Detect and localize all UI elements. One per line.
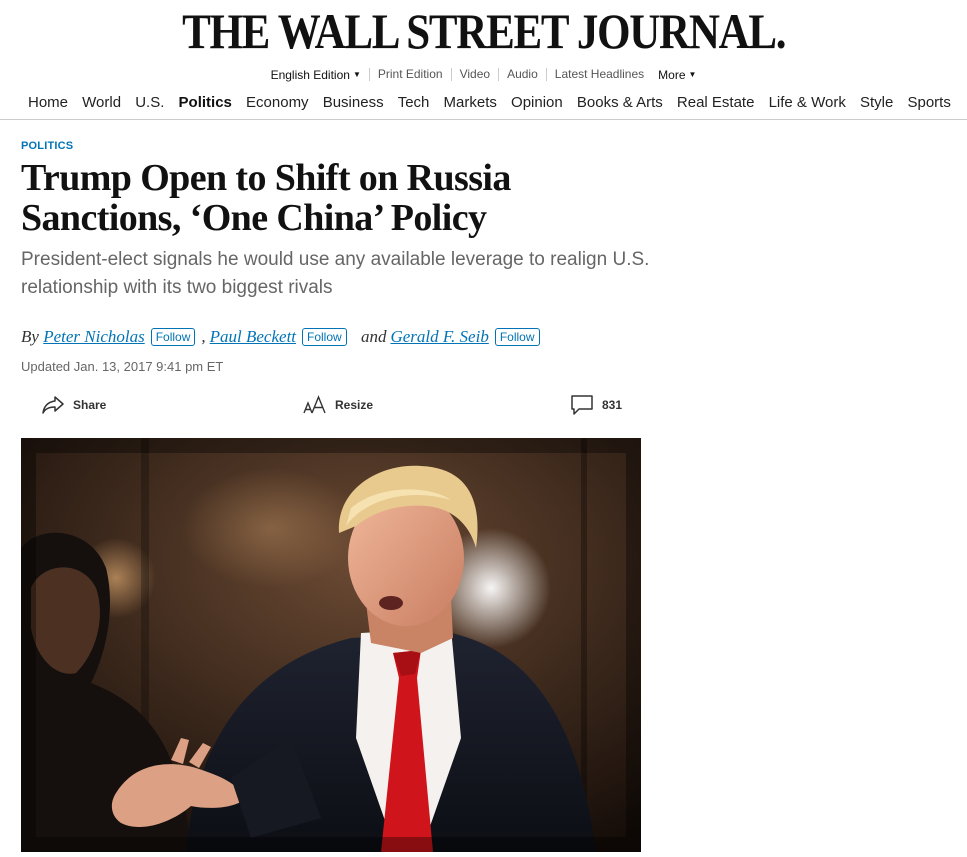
section-nav: Home World U.S. Politics Economy Busines… — [0, 88, 967, 120]
nav-item-home[interactable]: Home — [28, 88, 68, 119]
nav-item-markets[interactable]: Markets — [444, 88, 497, 119]
byline: By Peter Nicholas Follow, Paul Beckett Foll… — [21, 324, 540, 350]
article-header: POLITICS Trump Open to Shift on Russia S… — [21, 138, 661, 302]
author-link[interactable]: Paul Beckett — [210, 327, 296, 346]
timestamp: Updated Jan. 13, 2017 9:41 pm ET — [21, 359, 224, 374]
comment-icon — [570, 394, 594, 416]
more-menu[interactable]: More ▼ — [652, 68, 704, 82]
byline-by: By — [21, 327, 39, 346]
comments-button[interactable]: 831 — [570, 392, 622, 418]
nav-item-sports[interactable]: Sports — [907, 88, 950, 119]
byline-and: and — [360, 327, 387, 346]
follow-button[interactable]: Follow — [150, 328, 196, 346]
wsj-logo[interactable]: THE WALL STREET JOURNAL. — [182, 3, 786, 59]
dek: President-elect signals he would use any… — [21, 249, 650, 298]
edition-bar: English Edition ▼ Print Edition Video Audio L… — [0, 64, 967, 84]
nav-item-business[interactable]: Business — [323, 88, 384, 119]
nav-item-books-arts[interactable]: Books & Arts — [577, 88, 663, 119]
nav-item-economy[interactable]: Economy — [246, 88, 309, 119]
follow-button[interactable]: Follow — [494, 328, 540, 346]
caret-down-icon: ▼ — [352, 69, 361, 79]
author-link[interactable]: Gerald F. Seib — [390, 327, 488, 346]
resize-label: Resize — [335, 398, 374, 412]
nav-item-real-estate[interactable]: Real Estate — [677, 88, 755, 119]
section-flag[interactable]: POLITICS — [21, 138, 661, 154]
print-edition-link[interactable]: Print Edition — [368, 68, 451, 82]
share-label: Share — [73, 398, 107, 412]
follow-button[interactable]: Follow — [302, 328, 347, 346]
video-link[interactable]: Video — [450, 68, 498, 82]
nav-item-style[interactable]: Style — [860, 88, 893, 119]
byline-comma: , — [201, 327, 206, 346]
nav-item-politics[interactable]: Politics — [179, 88, 232, 119]
share-button[interactable]: Share — [41, 392, 106, 418]
masthead: THE WALL STREET JOURNAL. — [0, 0, 967, 62]
edition-label: English Edition — [270, 67, 350, 82]
latest-headlines-link[interactable]: Latest Headlines — [545, 68, 652, 82]
caret-down-icon: ▼ — [688, 69, 697, 79]
more-label: More — [658, 67, 686, 82]
audio-link[interactable]: Audio — [498, 68, 546, 82]
nav-item-world[interactable]: World — [82, 88, 121, 119]
lead-photo-image — [21, 438, 641, 852]
headline: Trump Open to Shift on Russia Sanctions,… — [21, 157, 511, 239]
nav-item-life-work[interactable]: Life & Work — [769, 88, 846, 119]
author-link[interactable]: Peter Nicholas — [43, 327, 145, 346]
nav-item-tech[interactable]: Tech — [398, 88, 430, 119]
article-tools: Share Resize 831 — [41, 392, 623, 418]
lead-photo — [21, 438, 641, 852]
nav-item-us[interactable]: U.S. — [135, 88, 164, 119]
comment-count: 831 — [602, 398, 623, 412]
resize-icon — [303, 395, 327, 415]
share-icon — [41, 395, 65, 415]
nav-item-opinion[interactable]: Opinion — [511, 88, 563, 119]
edition-selector[interactable]: English Edition ▼ — [263, 68, 369, 82]
resize-button[interactable]: Resize — [303, 392, 373, 418]
